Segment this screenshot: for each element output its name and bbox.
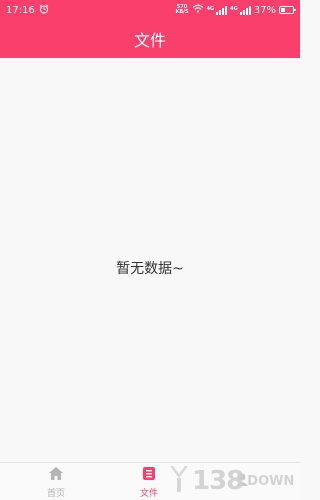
empty-message: 暂无数据~ <box>116 261 184 277</box>
status-left: 17:16 <box>6 4 49 17</box>
content-area: 暂无数据~ <box>0 58 300 462</box>
tab-home[interactable]: 首页 <box>26 463 86 500</box>
status-time: 17:16 <box>6 4 35 16</box>
net-speed-unit: KB/S <box>175 9 189 15</box>
battery-icon <box>279 6 296 14</box>
signal-icon: 4G <box>230 5 251 15</box>
net-speed: 570 KB/S <box>175 5 188 15</box>
title-bar: 文件 <box>0 20 300 58</box>
signal-icon: 4G <box>206 5 228 15</box>
signal-2-label: 4G <box>230 5 238 12</box>
battery-fill <box>281 8 286 12</box>
watermark-suffix: DOWN <box>247 473 295 489</box>
home-icon <box>48 466 64 484</box>
signal-1-label: 4G <box>206 5 215 12</box>
page-title: 文件 <box>133 31 166 50</box>
status-bar: 17:16 570 KB/S 4G 4G 37% <box>0 0 300 20</box>
alarm-icon <box>39 4 49 17</box>
watermark-logo-icon <box>168 464 190 498</box>
watermark: 138 DOWN <box>168 464 300 498</box>
wifi-icon <box>192 4 204 16</box>
file-list-icon <box>142 466 156 484</box>
battery-percent: 37% <box>253 4 276 16</box>
watermark-number: 138 <box>192 466 244 496</box>
tab-file-label: 文件 <box>139 488 158 499</box>
tab-home-label: 首页 <box>46 488 65 499</box>
status-right: 570 KB/S 4G 4G 37% <box>175 4 296 16</box>
